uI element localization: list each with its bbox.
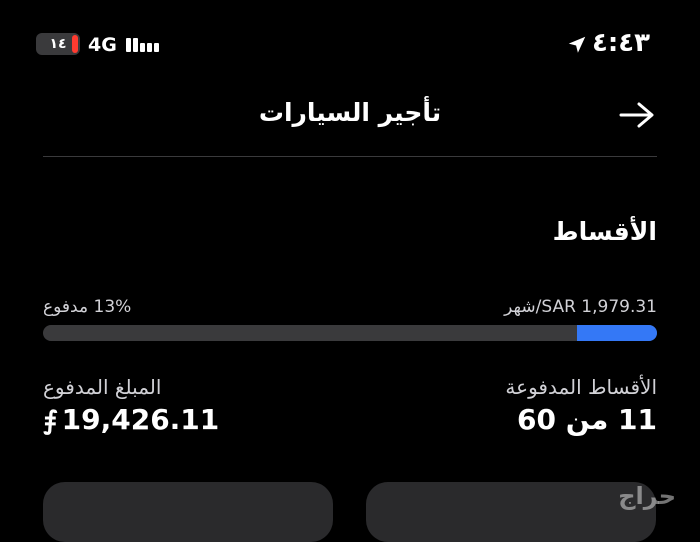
page-title: تأجير السيارات: [258, 98, 442, 127]
action-card-left[interactable]: [43, 482, 333, 542]
status-bar: ١٤ 4G ٤:٤٣: [0, 0, 700, 90]
payment-progress-bar: [43, 325, 657, 341]
watermark-logo: حراج: [618, 482, 676, 510]
arrow-right-icon[interactable]: [617, 100, 657, 130]
location-arrow-icon: [568, 36, 586, 53]
network-type: 4G: [88, 34, 117, 56]
amount-paid-value: 19,426.11: [61, 403, 220, 436]
signal-icon: [126, 36, 160, 54]
paid-installments-value: 11 من 60: [517, 403, 657, 436]
paid-percent: 13% مدفوع: [43, 297, 132, 317]
payment-progress-fill: [577, 325, 657, 341]
nav-header: تأجير السيارات: [43, 90, 657, 157]
amount-paid-label: المبلغ المدفوع: [43, 375, 162, 399]
monthly-amount: SAR 1,979.31/شهر: [504, 297, 657, 317]
paid-installments-label: الأقساط المدفوعة: [505, 375, 657, 399]
amount-paid: المبلغ المدفوع ⨎ 19,426.11: [43, 375, 219, 436]
section-title-installments: الأقساط: [552, 217, 657, 246]
battery-icon: ١٤: [36, 33, 80, 55]
paid-installments: الأقساط المدفوعة 11 من 60: [505, 375, 657, 436]
amount-paid-value-row: ⨎ 19,426.11: [43, 403, 219, 436]
action-card-right[interactable]: [366, 482, 656, 542]
clock-time: ٤:٤٣: [591, 28, 650, 58]
battery-text: ١٤: [49, 36, 67, 52]
riyal-currency-icon: ⨎: [43, 406, 58, 436]
